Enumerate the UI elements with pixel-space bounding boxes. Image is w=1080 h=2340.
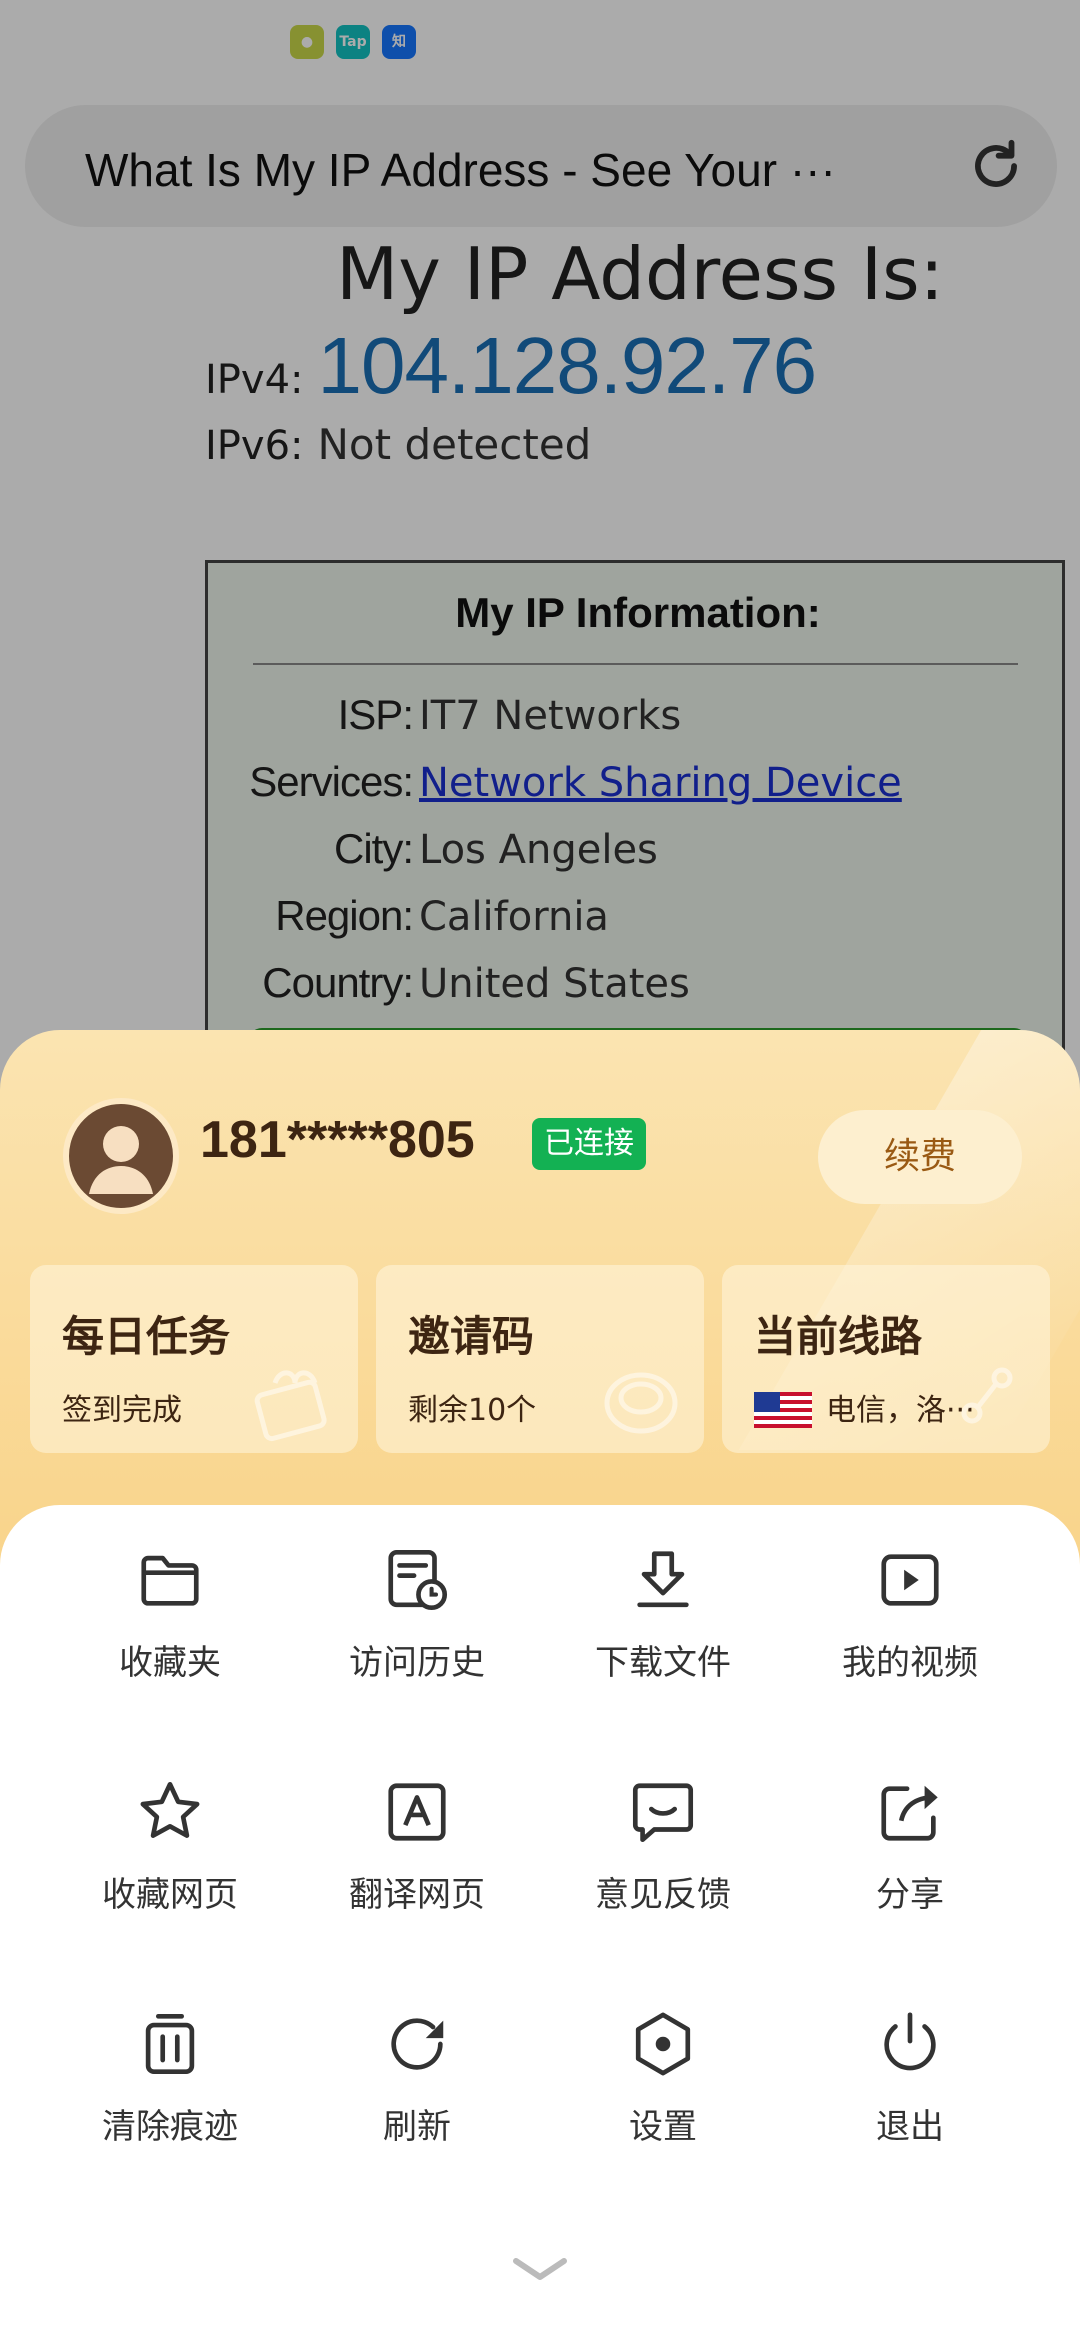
menu-item-exit[interactable]: 退出 [775,1969,1045,2149]
renew-button[interactable]: 续费 [818,1110,1022,1204]
menu-item-favorites[interactable]: 收藏夹 [35,1505,305,1685]
feedback-icon [632,1783,694,1843]
menu-item-settings[interactable]: 设置 [528,1969,798,2149]
avatar[interactable] [63,1098,179,1214]
menu-label: 翻译网页 [349,1875,485,1915]
status-badge: 已连接 [532,1118,646,1170]
menu-item-refresh[interactable]: 刷新 [282,1969,552,2149]
bottom-sheet: 181*****805 已连接 续费 每日任务 签到完成 邀请码 剩余10个 当… [0,1030,1080,2340]
menu-label: 意见反馈 [595,1875,731,1915]
card-subtitle: 剩余10个 [408,1393,537,1428]
account-phone: 181*****805 [200,1111,475,1169]
menu-label: 分享 [876,1875,944,1915]
menu-label: 刷新 [383,2107,451,2147]
menu-label: 我的视频 [842,1643,978,1683]
route-nodes-icon [961,1367,1013,1424]
menu-label: 设置 [629,2107,697,2147]
menu-item-bookmark-page[interactable]: 收藏网页 [35,1737,305,1917]
menu-label: 退出 [876,2107,944,2147]
card-title: 每日任务 [62,1312,231,1361]
menu-item-share[interactable]: 分享 [775,1737,1045,1917]
menu-panel: 收藏夹 访问历史 下载文件 我的视频 收藏网页 翻译网页 意见反馈 分享 清除痕… [0,1505,1080,2340]
menu-label: 收藏夹 [119,1643,221,1683]
gift-icon [254,1370,327,1442]
settings-icon [635,2012,691,2076]
power-icon [884,2012,936,2071]
refresh-icon [391,2018,444,2070]
menu-label: 下载文件 [595,1643,731,1683]
current-route-card[interactable]: 当前线路 电信，洛··· [722,1265,1050,1453]
chevron-down-icon[interactable] [510,2255,570,2285]
menu-item-history[interactable]: 访问历史 [282,1505,552,1685]
history-icon [388,1549,448,1611]
menu-label: 访问历史 [349,1643,485,1683]
menu-item-feedback[interactable]: 意见反馈 [528,1737,798,1917]
translate-icon [388,1783,446,1841]
user-icon [89,1126,153,1194]
folder-icon [141,1555,199,1606]
menu-item-videos[interactable]: 我的视频 [775,1505,1045,1685]
coin-icon [604,1372,678,1434]
card-title: 邀请码 [408,1312,535,1361]
share-icon [881,1785,938,1841]
card-subtitle: 签到完成 [62,1393,182,1428]
us-flag-icon [754,1392,812,1428]
daily-task-card[interactable]: 每日任务 签到完成 [30,1265,358,1453]
download-icon [637,1551,689,1608]
menu-label: 清除痕迹 [102,2107,238,2147]
star-icon [140,1781,200,1838]
card-title: 当前线路 [754,1312,923,1361]
menu-item-translate[interactable]: 翻译网页 [282,1737,552,1917]
clear-icon [145,2013,195,2075]
invite-code-card[interactable]: 邀请码 剩余10个 [376,1265,704,1453]
menu-label: 收藏网页 [102,1875,238,1915]
video-icon [881,1554,939,1606]
menu-item-downloads[interactable]: 下载文件 [528,1505,798,1685]
menu-item-clear-traces[interactable]: 清除痕迹 [35,1969,305,2149]
